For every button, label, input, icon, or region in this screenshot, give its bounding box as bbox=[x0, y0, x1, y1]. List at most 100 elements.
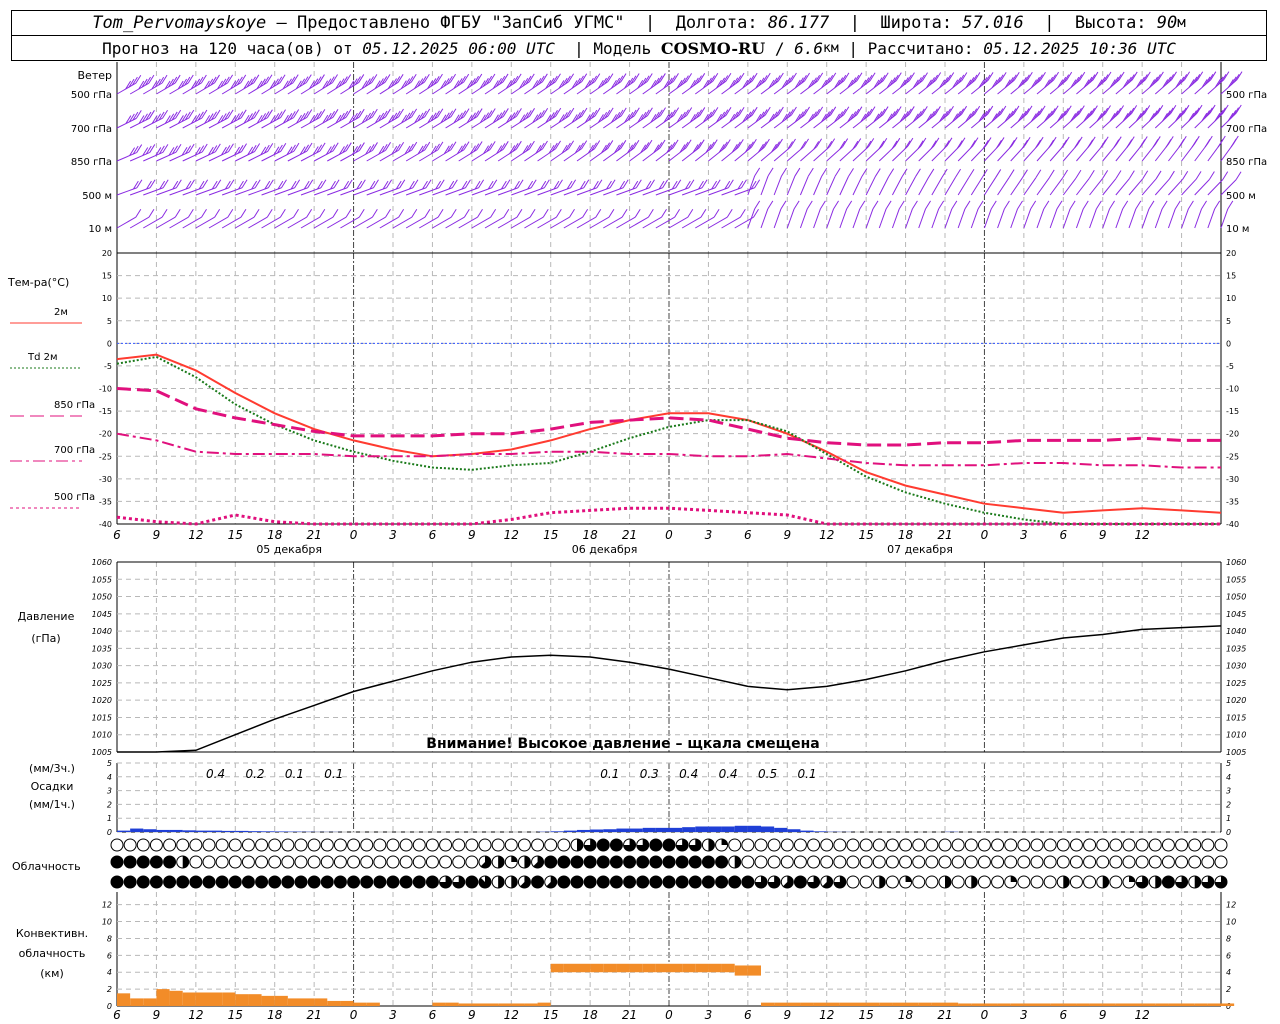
wind-barb-feather bbox=[915, 168, 921, 178]
wind-barb bbox=[944, 200, 958, 229]
wind-barb bbox=[1181, 71, 1204, 95]
cloud-circle bbox=[807, 855, 821, 869]
time-tick: 12 bbox=[1135, 528, 1150, 542]
conv-bar bbox=[471, 1003, 485, 1006]
cloud-symbol bbox=[1135, 838, 1149, 852]
time-tick-bottom: 21 bbox=[937, 1008, 952, 1022]
cloud-circle bbox=[1188, 838, 1202, 852]
cloud-symbol bbox=[1188, 838, 1202, 852]
cloud-symbol bbox=[636, 838, 650, 852]
cloud-symbol bbox=[833, 875, 847, 889]
cloud-symbol bbox=[136, 875, 150, 889]
cloud-symbol bbox=[807, 838, 821, 852]
cloud-symbol bbox=[478, 838, 492, 852]
wind-barb bbox=[786, 138, 809, 162]
pressure-ytick: 1035 bbox=[92, 644, 112, 653]
cloud-circle bbox=[241, 875, 255, 889]
cloud-symbol bbox=[715, 838, 729, 852]
wind-barb bbox=[878, 168, 895, 196]
wind-barb-shaft bbox=[813, 176, 823, 196]
cloud-circle bbox=[136, 855, 150, 869]
cloud-symbol bbox=[741, 838, 755, 852]
wind-barb-feather bbox=[933, 137, 940, 147]
wind-barb bbox=[997, 169, 1015, 196]
conv-bar bbox=[327, 1000, 341, 1006]
pressure-ytick: 1015 bbox=[92, 713, 112, 722]
cloud-symbol bbox=[912, 855, 926, 869]
cloud-circle bbox=[425, 855, 439, 869]
conv-ytick: 6 bbox=[107, 951, 112, 960]
wind-barb-feather bbox=[279, 208, 286, 218]
cloud-symbol bbox=[1030, 838, 1044, 852]
wind-barb-feather bbox=[754, 179, 761, 189]
pressure-ytick-right: 1035 bbox=[1226, 644, 1246, 653]
wind-barb-feather bbox=[228, 143, 234, 152]
cloud-symbol bbox=[123, 875, 137, 889]
wind-barb-feather bbox=[833, 200, 839, 210]
cloud-circle bbox=[833, 838, 847, 852]
cloud-circle bbox=[636, 875, 650, 889]
wind-barb bbox=[497, 108, 522, 129]
cloud-symbol bbox=[728, 855, 742, 869]
cloud-circle bbox=[807, 838, 821, 852]
wind-barb bbox=[957, 168, 975, 196]
cloud-symbol bbox=[136, 855, 150, 869]
wind-barb-feather bbox=[701, 179, 708, 189]
cloud-symbol bbox=[1030, 875, 1044, 889]
wind-barb-feather bbox=[529, 208, 536, 218]
wind-barb bbox=[918, 200, 931, 229]
wind-barb bbox=[1049, 169, 1068, 196]
wind-barb-feather bbox=[491, 179, 498, 189]
wind-barb bbox=[760, 200, 774, 229]
wind-barb bbox=[1194, 71, 1217, 95]
cloud-symbol bbox=[925, 838, 939, 852]
precip-bar bbox=[235, 830, 249, 832]
cloud-symbol bbox=[386, 838, 400, 852]
cloud-symbol bbox=[333, 875, 347, 889]
cloud-circle bbox=[268, 875, 282, 889]
precip-3h-amount: 0.1 bbox=[600, 767, 619, 781]
wind-level-label: 700 гПа bbox=[71, 124, 112, 135]
temp-ytick: -5 bbox=[104, 362, 112, 371]
conv-bar bbox=[971, 1003, 985, 1006]
pressure-ytick: 1030 bbox=[92, 662, 112, 671]
wind-barb-feather bbox=[570, 179, 577, 189]
time-tick: 12 bbox=[188, 528, 203, 542]
cloud-symbol bbox=[439, 875, 453, 889]
wind-barb-feather bbox=[1011, 137, 1018, 146]
wind-barb bbox=[839, 106, 863, 129]
cloud-symbol bbox=[951, 855, 965, 869]
cloud-circle bbox=[439, 855, 453, 869]
wind-barb-feather bbox=[1128, 170, 1135, 179]
cloud-symbol bbox=[149, 875, 163, 889]
wind-barb-feather bbox=[1088, 170, 1095, 179]
temp-ytick-right: -15 bbox=[1226, 407, 1239, 416]
wind-barb-shaft bbox=[1102, 208, 1111, 229]
wind-barb-feather bbox=[595, 208, 602, 218]
wind-barb-shaft bbox=[1010, 177, 1023, 196]
wind-barb-feather bbox=[767, 200, 774, 210]
conv-ytick: 10 bbox=[102, 918, 112, 927]
wind-barb-feather bbox=[228, 179, 235, 189]
time-tick-bottom: 21 bbox=[307, 1008, 322, 1022]
cloud-circle bbox=[991, 855, 1005, 869]
wind-barb-feather bbox=[1100, 139, 1107, 148]
cloud-circle bbox=[544, 855, 558, 869]
wind-barb bbox=[642, 73, 666, 95]
cloud-symbol bbox=[767, 855, 781, 869]
cloud-circle bbox=[228, 855, 242, 869]
precip-bar bbox=[209, 830, 223, 832]
time-tick: 15 bbox=[543, 528, 558, 542]
wind-barb-feather bbox=[1115, 170, 1122, 179]
wind-barb bbox=[773, 138, 796, 162]
wind-barb-feather bbox=[1227, 200, 1234, 210]
wind-barb-shaft bbox=[1010, 208, 1019, 229]
cloud-circle bbox=[570, 855, 584, 869]
cloud-circle bbox=[846, 855, 860, 869]
wind-barb-feather bbox=[1193, 107, 1200, 117]
conv-bar bbox=[695, 963, 709, 973]
wind-barb-shaft bbox=[1049, 177, 1063, 196]
cloud-circle bbox=[255, 838, 269, 852]
cloud-circle bbox=[123, 875, 137, 889]
conv-bar bbox=[1129, 1003, 1143, 1006]
